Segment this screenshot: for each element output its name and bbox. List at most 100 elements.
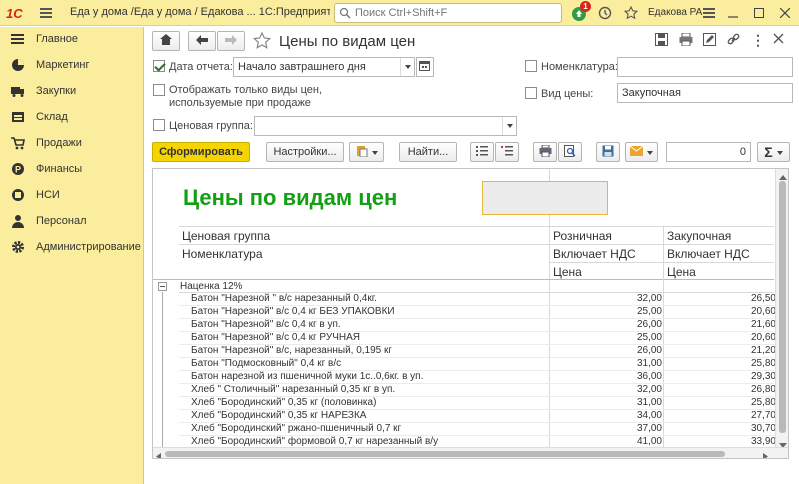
- chevron-down-icon[interactable]: [502, 117, 516, 135]
- table-row[interactable]: Батон "Нарезной" в/с 0,4 кг в уп. 26,00 21…: [153, 319, 776, 331]
- menu-icon[interactable]: [37, 4, 55, 22]
- table-row[interactable]: Батон "Нарезной " в/с нарезанный 0,4кг. 3…: [153, 293, 776, 305]
- minimize-icon[interactable]: [724, 4, 742, 22]
- sum-field[interactable]: 0: [666, 142, 751, 162]
- table-row[interactable]: Батон "Подмосковный" 0,4 кг в/с 31,00 25,8…: [153, 358, 776, 370]
- generate-button[interactable]: Сформировать: [152, 142, 250, 162]
- sum-button[interactable]: Σ: [757, 142, 790, 162]
- more-icon[interactable]: ⋮: [751, 32, 765, 49]
- sidebar-item-sales[interactable]: Продажи: [0, 131, 144, 157]
- save-report-button[interactable]: [596, 142, 620, 162]
- row-name: Батон "Нарезной " в/с нарезанный 0,4кг.: [191, 293, 377, 304]
- report-date-field[interactable]: Начало завтрашнего дня: [233, 57, 415, 77]
- sidebar-item-nsi[interactable]: НСИ: [0, 183, 144, 209]
- favorites-star-icon[interactable]: [622, 4, 640, 22]
- gear-icon: [11, 240, 25, 254]
- chevron-down-icon[interactable]: [400, 58, 414, 76]
- close-icon[interactable]: [776, 4, 794, 22]
- settings-icon[interactable]: [700, 4, 718, 22]
- pie-chart-icon: [11, 58, 25, 72]
- sidebar-item-finance[interactable]: Р Финансы: [0, 157, 144, 183]
- user-name[interactable]: Едакова РА: [648, 7, 702, 18]
- report-spreadsheet[interactable]: Цены по видам цен Ценовая группа Номенкл…: [152, 168, 789, 459]
- global-search[interactable]: [334, 3, 562, 23]
- table-row[interactable]: Батон "Нарезной" в/с 0,4 кг РУЧНАЯ 25,00 2…: [153, 332, 776, 344]
- col-header-vat-retail: Включает НДС: [553, 247, 636, 261]
- table-row[interactable]: Хлеб "Бородинский" ржано-пшеничный 0,7 к…: [153, 423, 776, 435]
- grid-line: [179, 318, 774, 319]
- sidebar-item-marketing[interactable]: Маркетинг: [0, 53, 144, 79]
- row-retail-price: 31,00: [636, 397, 662, 408]
- send-email-button[interactable]: [625, 142, 658, 162]
- vertical-scrollbar[interactable]: [775, 169, 788, 448]
- price-type-checkbox[interactable]: [525, 87, 537, 99]
- sidebar-item-administration[interactable]: Администрирование: [0, 235, 144, 261]
- row-retail-price: 25,00: [636, 332, 662, 343]
- maximize-icon[interactable]: [750, 4, 768, 22]
- search-icon: [339, 7, 351, 22]
- scroll-left-icon[interactable]: [156, 451, 161, 458]
- selected-cell[interactable]: [482, 181, 608, 215]
- row-retail-price: 36,00: [636, 371, 662, 382]
- back-button[interactable]: [188, 31, 216, 51]
- minus-icon: [160, 286, 165, 287]
- link-icon[interactable]: [727, 33, 740, 49]
- price-group-label: Ценовая группа:: [169, 120, 253, 132]
- only-sale-prices-checkbox[interactable]: [153, 84, 165, 96]
- printer-icon: [539, 144, 552, 160]
- search-input[interactable]: [355, 6, 555, 20]
- form-close-icon[interactable]: [773, 33, 784, 47]
- save-icon[interactable]: [655, 33, 668, 49]
- col-header-retail: Розничная: [553, 229, 612, 243]
- collapse-groups-button[interactable]: [495, 142, 519, 162]
- scroll-thumb[interactable]: [165, 451, 725, 457]
- report-date-checkbox[interactable]: [153, 60, 165, 72]
- sidebar-item-purchases[interactable]: Закупки: [0, 79, 144, 105]
- row-name: Батон "Нарезной" в/с 0,4 кг в уп.: [191, 319, 341, 330]
- nomenclature-checkbox[interactable]: [525, 60, 537, 72]
- sidebar-item-main[interactable]: Главное: [0, 27, 144, 53]
- print-button[interactable]: [533, 142, 557, 162]
- settings-button[interactable]: Настройки...: [266, 142, 344, 162]
- table-row[interactable]: Батон "Нарезной" в/с 0,4 кг БЕЗ УПАКОВКИ…: [153, 306, 776, 318]
- col-header-nomenclature: Номенклатура: [182, 247, 263, 261]
- sidebar-item-warehouse[interactable]: Склад: [0, 105, 144, 131]
- grid-line: [179, 409, 774, 410]
- reference-icon: [11, 188, 25, 202]
- notification-badge: 1: [580, 1, 591, 12]
- row-retail-price: 31,00: [636, 358, 662, 369]
- row-retail-price: 26,00: [636, 319, 662, 330]
- collapse-group-toggle[interactable]: [158, 282, 167, 291]
- row-retail-price: 37,00: [636, 423, 662, 434]
- cart-icon: [11, 136, 25, 150]
- scroll-thumb[interactable]: [779, 181, 786, 433]
- nomenclature-label: Номенклатура:: [541, 61, 618, 73]
- edit-icon[interactable]: [703, 33, 716, 49]
- table-row[interactable]: Хлеб "Бородинский" 0,35 кг НАРЕЗКА 34,00 2…: [153, 410, 776, 422]
- preview-button[interactable]: [558, 142, 582, 162]
- table-row[interactable]: Батон "Нарезной" в/с, нарезанный, 0,195 …: [153, 345, 776, 357]
- svg-text:Р: Р: [15, 165, 21, 175]
- grid-line: [179, 305, 774, 306]
- variants-button[interactable]: [349, 142, 384, 162]
- calendar-button[interactable]: [416, 57, 434, 77]
- print-icon[interactable]: [679, 32, 693, 49]
- save-icon: [602, 145, 614, 160]
- favorite-star-icon[interactable]: [252, 31, 272, 53]
- price-group-field[interactable]: [254, 116, 517, 136]
- horizontal-scrollbar[interactable]: [153, 447, 788, 458]
- forward-button[interactable]: [217, 31, 245, 51]
- nomenclature-field[interactable]: [617, 57, 793, 77]
- find-button[interactable]: Найти...: [399, 142, 457, 162]
- expand-groups-button[interactable]: [470, 142, 494, 162]
- price-type-field[interactable]: Закупочная: [617, 83, 793, 103]
- scroll-right-icon[interactable]: [763, 451, 768, 458]
- table-row[interactable]: Хлеб " Столичный" нарезанный 0,35 кг в у…: [153, 384, 776, 396]
- home-button[interactable]: [152, 31, 180, 51]
- 1c-logo: 1С: [6, 5, 34, 21]
- table-row[interactable]: Батон нарезной из пшеничной муки 1с..0,6…: [153, 371, 776, 383]
- history-icon[interactable]: [596, 4, 614, 22]
- table-row[interactable]: Хлеб "Бородинский" 0,35 кг (половинка) 31…: [153, 397, 776, 409]
- price-group-checkbox[interactable]: [153, 119, 165, 131]
- sidebar-item-personnel[interactable]: Персонал: [0, 209, 144, 235]
